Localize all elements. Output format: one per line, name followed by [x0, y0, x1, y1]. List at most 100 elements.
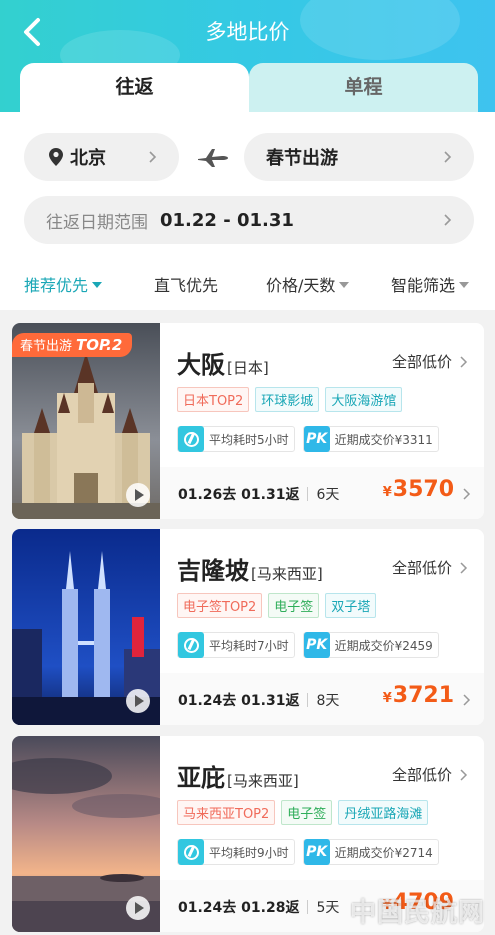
trip-days: 5天	[316, 900, 340, 916]
divider	[307, 487, 309, 501]
tag: 环球影城	[255, 387, 320, 412]
trip-days: 8天	[316, 693, 340, 709]
sort-price-days[interactable]: 价格/天数	[266, 272, 350, 296]
currency-symbol: ¥	[382, 485, 392, 500]
sort-label: 价格/天数	[266, 276, 336, 295]
tab-round-trip[interactable]: 往返	[20, 63, 249, 112]
pk-icon: PK	[303, 426, 330, 452]
pk-icon: PK	[303, 839, 330, 865]
country-label: [马来西亚]	[251, 565, 323, 583]
chevron-right-icon	[460, 561, 468, 574]
city-name: 大阪 [日本]	[177, 345, 269, 380]
chevron-right-icon	[463, 488, 471, 500]
sort-recommended[interactable]: 推荐优先	[24, 272, 103, 296]
price: ¥3721	[383, 683, 454, 708]
divider	[307, 693, 309, 707]
trip-dates: 01.24去 01.31返 8天	[178, 690, 339, 710]
destination-photo: 春节出游 TOP.2	[12, 323, 160, 519]
tag: 电子签TOP2	[177, 593, 263, 618]
sort-label: 智能筛选	[391, 276, 456, 295]
destination-selector[interactable]: 春节出游	[244, 133, 474, 181]
page-title: 多地比价	[205, 20, 290, 44]
all-low-price-label: 全部低价	[391, 353, 452, 371]
recent-price-text: 近期成交价¥2459	[334, 638, 433, 653]
clock-icon	[178, 426, 204, 452]
currency-symbol: ¥	[382, 691, 392, 706]
clock-icon	[178, 839, 204, 865]
chevron-right-icon	[444, 151, 452, 163]
top-rank-badge: 春节出游 TOP.2	[12, 333, 132, 357]
city-name: 亚庇 [马来西亚]	[177, 758, 299, 793]
trip-dates: 01.24去 01.28返 5天	[178, 897, 339, 917]
chevron-right-icon	[460, 355, 468, 368]
origin-selector[interactable]: 北京	[24, 133, 179, 181]
play-video-icon[interactable]	[126, 689, 150, 713]
sort-label: 直飞优先	[154, 276, 219, 295]
sort-direct-flight[interactable]: 直飞优先	[154, 272, 218, 296]
tag: 电子签	[268, 593, 320, 618]
trip-summary: 01.26去 01.31返 6天 ¥3570	[160, 467, 484, 519]
watermark: 中国民航网	[349, 898, 485, 928]
info-row: 平均耗时9小时 PK 近期成交价¥2714	[177, 839, 439, 865]
chevron-right-icon	[463, 694, 471, 706]
origin-city: 北京	[70, 148, 106, 169]
city-label: 吉隆坡	[177, 557, 249, 585]
tag-list: 电子签TOP2 电子签 双子塔	[177, 593, 377, 618]
dates-text: 01.26去 01.31返	[178, 487, 300, 503]
chevron-right-icon	[149, 151, 157, 163]
header: 多地比价 往返 单程	[0, 0, 495, 112]
city-name: 吉隆坡 [马来西亚]	[177, 551, 323, 586]
price-value: 3721	[392, 683, 454, 708]
badge-rank: TOP.2	[76, 336, 123, 354]
sort-smart-filter[interactable]: 智能筛选	[391, 272, 470, 296]
dates-text: 01.24去 01.31返	[178, 693, 300, 709]
date-range-label: 往返日期范围	[46, 212, 148, 233]
avg-time-info: 平均耗时5小时	[177, 426, 295, 452]
tag: 马来西亚TOP2	[177, 800, 276, 825]
info-row: 平均耗时7小时 PK 近期成交价¥2459	[177, 632, 439, 658]
avg-time-text: 平均耗时7小时	[209, 638, 289, 653]
play-video-icon[interactable]	[126, 483, 150, 507]
destination-card[interactable]: 春节出游 TOP.2 大阪 [日本] 全部低价 日本TOP2 环球影城 大阪海游馆 …	[12, 323, 484, 519]
avg-time-text: 平均耗时9小时	[209, 845, 289, 860]
all-low-price-link[interactable]: 全部低价	[392, 351, 470, 372]
play-video-icon[interactable]	[126, 896, 150, 920]
city-label: 亚庇	[177, 764, 225, 792]
recent-price-text: 近期成交价¥3311	[334, 432, 433, 447]
info-row: 平均耗时5小时 PK 近期成交价¥3311	[177, 426, 439, 452]
all-low-price-label: 全部低价	[391, 766, 452, 784]
city-label: 大阪	[177, 351, 225, 379]
trip-dates: 01.26去 01.31返 6天	[178, 484, 339, 504]
country-label: [日本]	[227, 359, 269, 377]
trip-days: 6天	[316, 487, 340, 503]
divider	[307, 900, 309, 914]
avg-time-info: 平均耗时9小时	[177, 839, 295, 865]
destination-photo	[12, 736, 160, 932]
chevron-right-icon	[444, 214, 452, 226]
recent-price-info: PK 近期成交价¥2714	[302, 839, 439, 865]
destination-card[interactable]: 吉隆坡 [马来西亚] 全部低价 电子签TOP2 电子签 双子塔 平均耗时7小时 P…	[12, 529, 484, 725]
all-low-price-link[interactable]: 全部低价	[392, 557, 470, 578]
badge-text: 春节出游	[20, 339, 73, 354]
recent-price-info: PK 近期成交价¥2459	[302, 632, 439, 658]
dropdown-arrow-icon	[459, 282, 470, 288]
country-label: [马来西亚]	[227, 772, 299, 790]
date-range-selector[interactable]: 往返日期范围 01.22 - 01.31	[24, 196, 474, 244]
dropdown-arrow-icon	[92, 282, 103, 288]
clock-icon	[178, 632, 204, 658]
tag: 日本TOP2	[177, 387, 250, 412]
avg-time-info: 平均耗时7小时	[177, 632, 295, 658]
all-low-price-label: 全部低价	[391, 559, 452, 577]
tag: 双子塔	[325, 593, 377, 618]
sort-label: 推荐优先	[24, 276, 89, 295]
destination-photo	[12, 529, 160, 725]
price: ¥3570	[383, 477, 454, 502]
avg-time-text: 平均耗时5小时	[209, 432, 289, 447]
airplane-icon	[198, 149, 228, 167]
tag: 丹绒亚路海滩	[338, 800, 429, 825]
tag-list: 马来西亚TOP2 电子签 丹绒亚路海滩	[177, 800, 429, 825]
date-range-value: 01.22 - 01.31	[160, 209, 294, 231]
location-pin-icon	[49, 148, 63, 166]
all-low-price-link[interactable]: 全部低价	[392, 764, 470, 785]
tab-one-way[interactable]: 单程	[249, 63, 478, 112]
